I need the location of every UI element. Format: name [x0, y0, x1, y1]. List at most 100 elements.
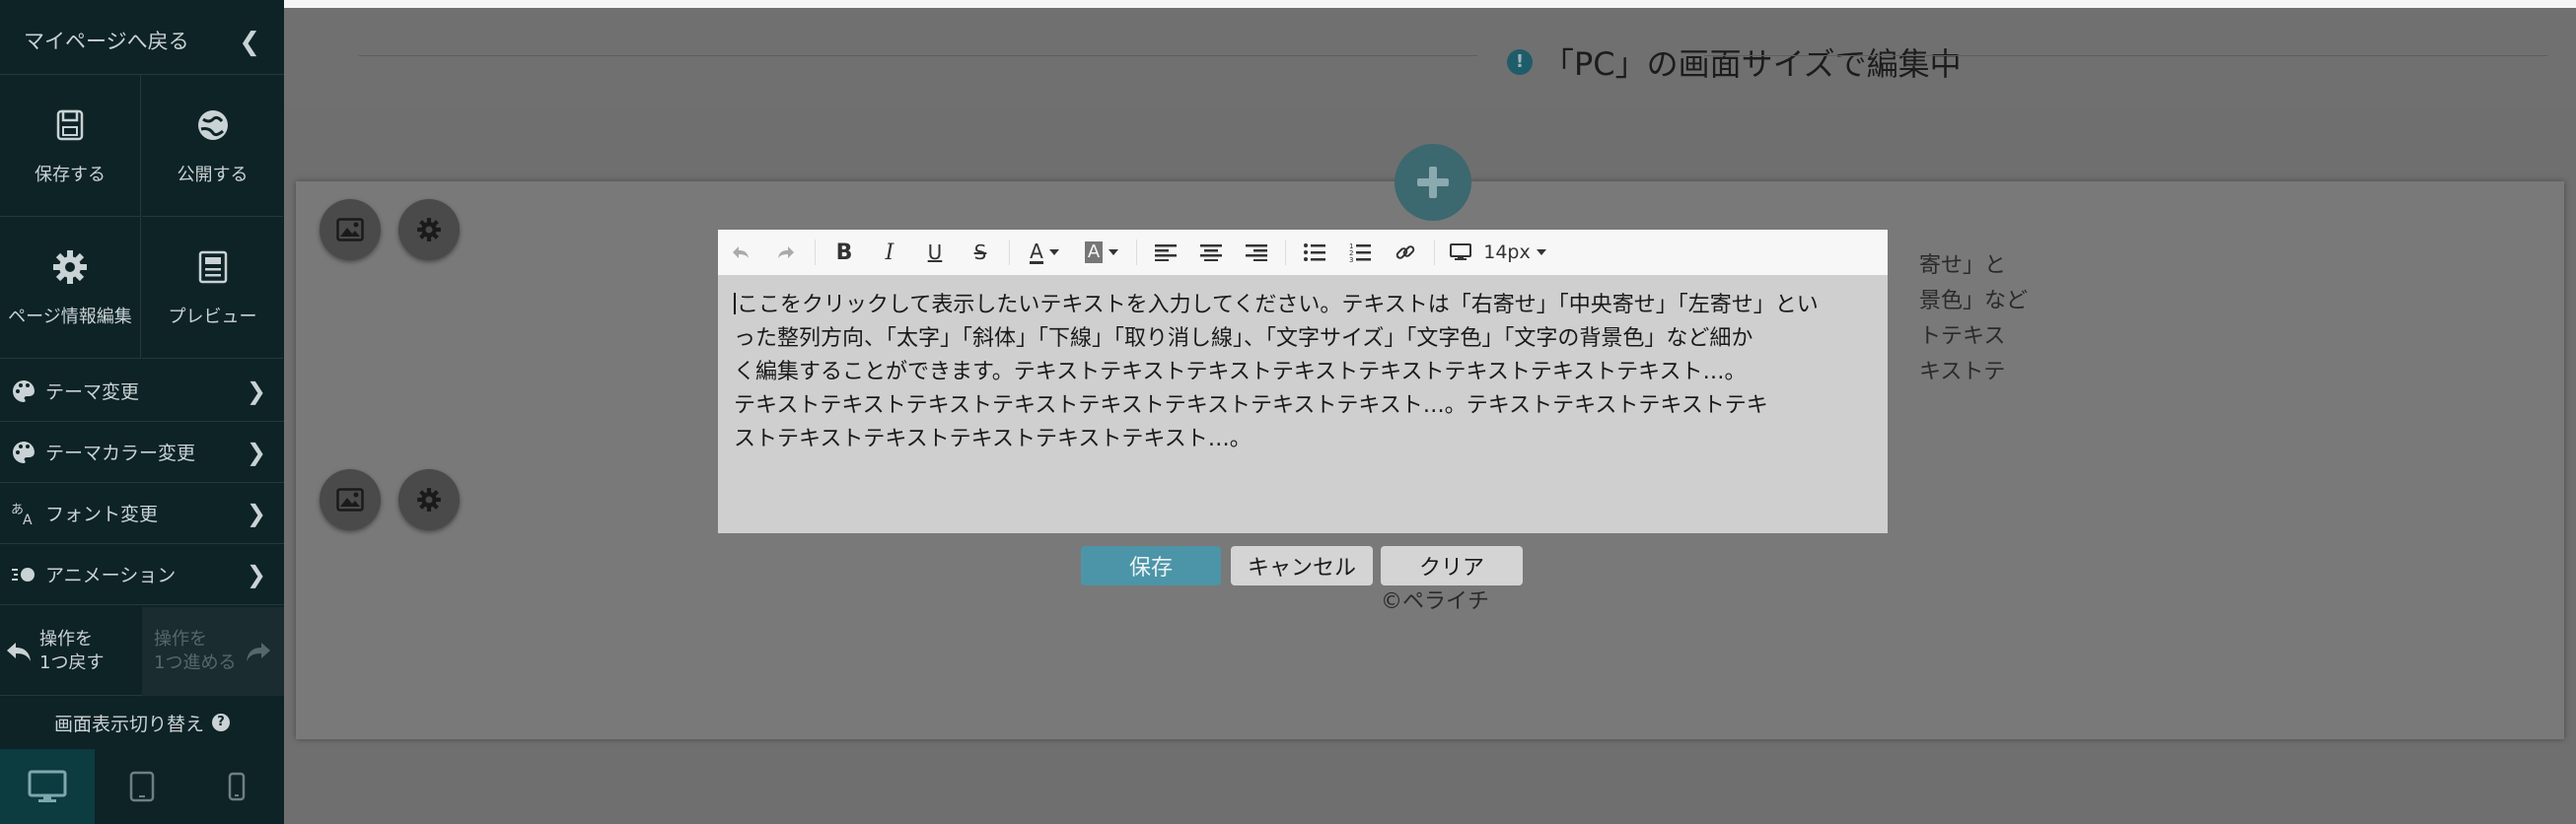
undo-button[interactable]: 操作を 1つ戻す [0, 607, 142, 696]
editor-cancel-button[interactable]: キャンセル [1231, 546, 1373, 585]
device-pc-button[interactable] [0, 749, 95, 824]
desktop-icon [1450, 243, 1471, 260]
numbered-list-button[interactable]: 123 [1337, 230, 1383, 275]
bullet-list-button[interactable] [1292, 230, 1337, 275]
editing-mode-title-text: 「PC」の画面サイズで編集中 [1542, 45, 1962, 83]
text-color-button[interactable]: A [1016, 230, 1073, 275]
text-editor-modal: B I U S A A 123 14px ここをクリックして表示したいテキストを… [718, 230, 1888, 533]
toolbar-undo-button[interactable] [718, 230, 763, 275]
block-settings-button[interactable] [398, 199, 460, 260]
save-button[interactable]: 保存する [0, 75, 141, 217]
add-block-button[interactable] [1395, 144, 1471, 221]
sidebar-item-font[interactable]: あA フォント変更 ❯ [0, 483, 284, 544]
redo-icon [778, 246, 794, 258]
block-settings-button[interactable] [398, 469, 460, 530]
link-icon [1395, 245, 1415, 259]
preview-button[interactable]: プレビュー [142, 217, 283, 359]
editor-save-button[interactable]: 保存 [1081, 546, 1221, 585]
align-center-button[interactable] [1188, 230, 1234, 275]
editor-text-line: く編集することができます。テキストテキストテキストテキストテキストテキストテキス… [734, 360, 1747, 384]
background-text-block: 寄せ」と 景色」など トテキス キストテ [1919, 253, 2029, 384]
strikethrough-icon: S [973, 240, 987, 264]
save-label: 保存する [35, 164, 106, 185]
chevron-right-icon: ❯ [246, 499, 266, 527]
page-info-edit-button[interactable]: ページ情報編集 [0, 217, 141, 359]
font-size-value: 14px [1483, 241, 1531, 263]
sidebar-action-grid: 保存する 公開する ページ情報編集 プレビュー [0, 75, 284, 359]
gear-icon [417, 488, 441, 512]
numbered-list-icon: 123 [1349, 242, 1371, 262]
toolbar-separator [815, 240, 816, 265]
editor-text-area[interactable]: ここをクリックして表示したいテキストを入力してください。テキストは「右寄せ」「中… [734, 289, 1878, 456]
editor-text-line: ストテキストテキストテキストテキストテキスト…。 [734, 427, 1252, 451]
help-icon[interactable]: ? [212, 714, 230, 731]
undo-label: 操作を 1つ戻す [39, 629, 105, 673]
undo-icon [733, 246, 749, 258]
italic-icon: I [885, 240, 894, 265]
palette-icon [13, 441, 35, 463]
save-icon [56, 109, 84, 140]
text-cursor [734, 293, 736, 314]
chevron-right-icon: ❯ [246, 438, 266, 466]
editor-text-line: った整列方向、「太字」「斜体」「下線」「取り消し線」、「文字サイズ」「文字色」「… [734, 326, 1753, 351]
preview-icon [198, 250, 227, 283]
sidebar-item-animation[interactable]: アニメーション ❯ [0, 544, 284, 605]
toolbar-separator [1136, 240, 1137, 265]
image-icon [336, 488, 364, 512]
device-view-button[interactable] [1441, 230, 1480, 275]
align-left-icon [1155, 244, 1177, 261]
bold-button[interactable]: B [822, 230, 867, 275]
animation-icon [12, 567, 35, 582]
editor-text-line: テキストテキストテキストテキストテキストテキストテキストテキスト…。テキストテキ… [734, 393, 1768, 418]
page-info-edit-label: ページ情報編集 [8, 306, 132, 327]
caret-down-icon [1536, 249, 1546, 255]
device-smartphone-button[interactable] [189, 749, 284, 824]
sidebar-item-label: フォント変更 [45, 504, 159, 525]
sidebar-item-theme[interactable]: テーマ変更 ❯ [0, 361, 284, 422]
sidebar-item-theme-color[interactable]: テーマカラー変更 ❯ [0, 422, 284, 483]
globe-icon [197, 109, 228, 140]
notice-icon: ! [1507, 49, 1533, 75]
align-right-icon [1246, 244, 1267, 261]
link-button[interactable] [1383, 230, 1428, 275]
block-image-button[interactable] [320, 199, 381, 260]
tablet-icon [129, 771, 155, 802]
editing-mode-header: ! 「PC」の画面サイズで編集中 [284, 8, 2576, 106]
chevron-right-icon: ❯ [246, 377, 266, 405]
font-size-select[interactable]: 14px [1480, 230, 1549, 275]
device-tablet-button[interactable] [95, 749, 189, 824]
caret-down-icon [1048, 249, 1059, 255]
redo-label: 操作を 1つ進める [154, 629, 237, 673]
underline-button[interactable]: U [912, 230, 958, 275]
toolbar-redo-button[interactable] [763, 230, 809, 275]
strikethrough-button[interactable]: S [958, 230, 1003, 275]
editor-clear-button[interactable]: クリア [1381, 546, 1523, 585]
sidebar: マイページへ戻る ❮ 保存する 公開する ページ情報編集 プレビュー テーマ変更… [0, 0, 284, 824]
back-to-mypage-link[interactable]: マイページへ戻る ❮ [0, 6, 284, 75]
publish-button[interactable]: 公開する [142, 75, 283, 217]
italic-button[interactable]: I [867, 230, 912, 275]
gear-icon [417, 218, 441, 241]
publish-label: 公開する [177, 164, 249, 185]
palette-icon [13, 379, 35, 402]
block-image-button[interactable] [320, 469, 381, 530]
align-right-button[interactable] [1234, 230, 1279, 275]
header-divider-left [359, 55, 1477, 56]
background-color-icon: A [1084, 241, 1104, 263]
display-switch-label: 画面表示切り替え [53, 713, 204, 735]
preview-label: プレビュー [168, 306, 257, 327]
chevron-left-icon: ❮ [239, 28, 260, 57]
background-color-button[interactable]: A [1073, 230, 1130, 275]
align-left-button[interactable] [1143, 230, 1188, 275]
redo-button[interactable]: 操作を 1つ進める [142, 607, 284, 696]
toolbar-separator [1009, 240, 1010, 265]
desktop-icon [28, 770, 67, 802]
header-divider-right [1704, 55, 2548, 56]
copyright-text: ©ペライチ [1381, 589, 1490, 614]
top-strip [284, 0, 2576, 8]
image-icon [336, 218, 364, 241]
smartphone-icon [228, 772, 246, 801]
editing-mode-title: ! 「PC」の画面サイズで編集中 [1507, 39, 1962, 85]
align-center-icon [1200, 244, 1222, 261]
gear-icon [53, 249, 87, 284]
